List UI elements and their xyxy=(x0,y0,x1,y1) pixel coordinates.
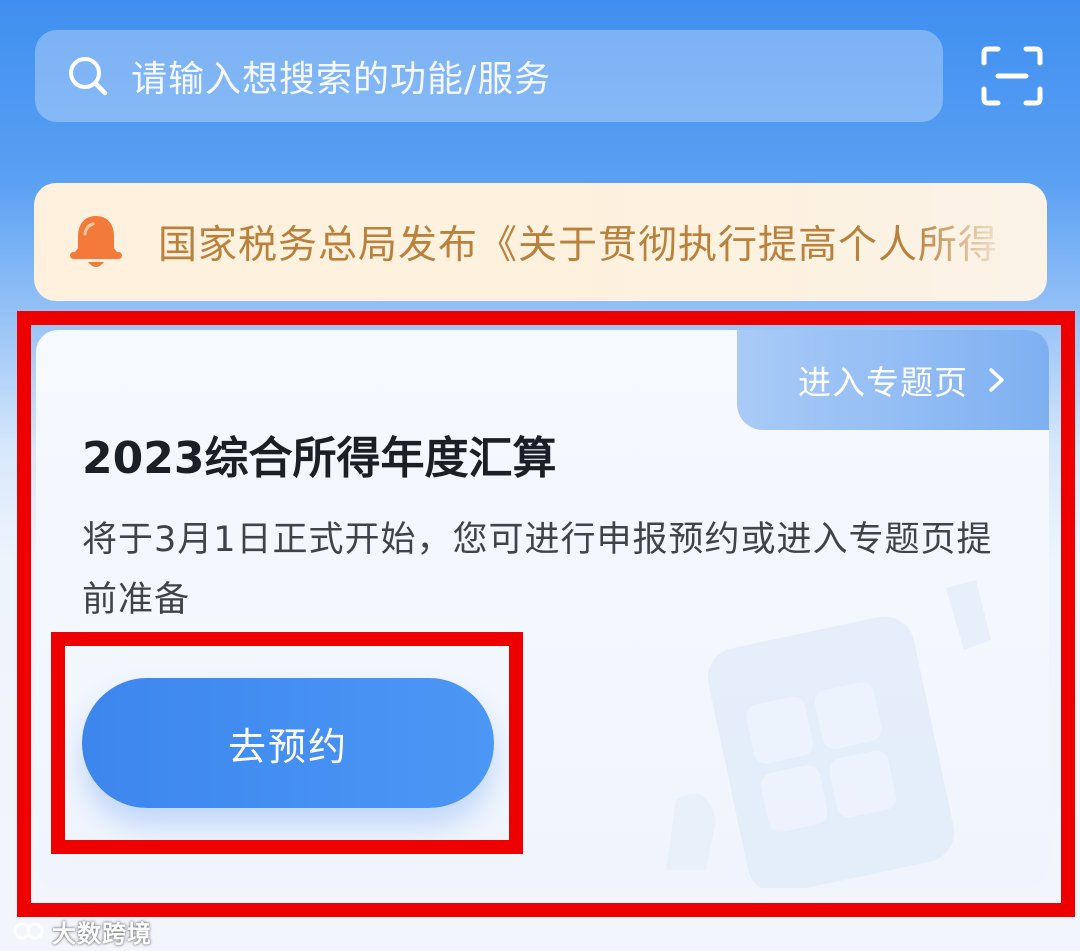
watermark-logo-icon xyxy=(13,922,44,940)
bell-icon xyxy=(68,212,124,272)
notice-banner[interactable]: 国家税务总局发布《关于贯彻执行提高个人所得 xyxy=(34,183,1047,301)
notice-text: 国家税务总局发布《关于贯彻执行提高个人所得 xyxy=(158,223,999,268)
search-bar[interactable]: 请输入想搜索的功能/服务 xyxy=(35,30,943,122)
watermark-text: 大数跨境 xyxy=(52,919,152,948)
search-input[interactable]: 请输入想搜索的功能/服务 xyxy=(131,50,551,102)
search-icon xyxy=(67,55,109,97)
scan-icon[interactable] xyxy=(980,45,1044,107)
watermark: 大数跨境 xyxy=(12,914,152,948)
highlight-box-button xyxy=(51,632,523,854)
